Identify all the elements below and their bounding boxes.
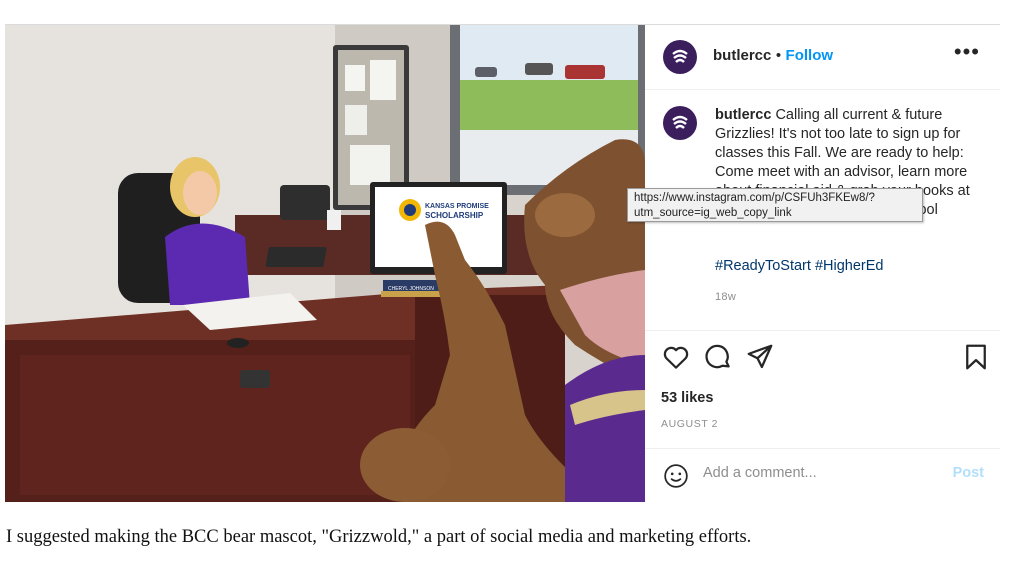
post-date: AUGUST 2 — [661, 418, 719, 430]
tooltip-line-1: https://www.instagram.com/p/CSFUh3FKEw8/… — [634, 192, 875, 204]
header-username[interactable]: butlercc — [713, 47, 771, 64]
comment-row: Add a comment... Post — [645, 449, 1000, 502]
bookmark-icon[interactable] — [961, 342, 991, 372]
url-tooltip: https://www.instagram.com/p/CSFUh3FKEw8/… — [627, 188, 923, 222]
butlercc-logo-icon — [672, 115, 688, 129]
account-avatar[interactable] — [663, 40, 697, 74]
post-comment-button[interactable]: Post — [953, 465, 984, 481]
caption-avatar[interactable] — [663, 106, 697, 140]
post-age: 18w — [715, 291, 737, 303]
tooltip-line-2: utm_source=ig_web_copy_link — [634, 207, 792, 219]
share-icon[interactable] — [745, 342, 775, 372]
more-options-icon[interactable]: ••• — [954, 39, 980, 65]
header-user-row: butlercc • Follow — [713, 47, 833, 65]
heart-icon[interactable] — [661, 342, 691, 372]
butlercc-logo-icon — [672, 49, 688, 63]
comment-icon[interactable] — [703, 342, 733, 372]
emoji-icon[interactable] — [663, 463, 689, 489]
hashtag-highered[interactable]: #HigherEd — [815, 258, 884, 274]
likes-count[interactable]: 53 likes — [661, 390, 713, 406]
comment-input[interactable]: Add a comment... — [703, 465, 817, 481]
post-header: butlercc • Follow ••• — [645, 25, 1000, 90]
caption-username[interactable]: butlercc — [715, 107, 771, 123]
action-bar — [661, 342, 991, 376]
instagram-post: KANSAS PROMISE SCHOLARSHIP CHERYL JOHNSO… — [5, 24, 1000, 502]
monitor-title: KANSAS PROMISE — [425, 203, 489, 210]
hashtag-row: #ReadyToStart #HigherEd — [715, 258, 883, 274]
monitor-subtitle: SCHOLARSHIP — [425, 211, 484, 220]
follow-button[interactable]: Follow — [786, 47, 834, 64]
header-separator: • — [775, 47, 782, 64]
hashtag-readytostart[interactable]: #ReadyToStart — [715, 258, 811, 274]
document-caption: I suggested making the BCC bear mascot, … — [6, 527, 752, 547]
divider — [645, 330, 1000, 331]
office-scene-illustration: KANSAS PROMISE SCHOLARSHIP CHERYL JOHNSO… — [5, 25, 645, 502]
post-side-panel: butlercc • Follow ••• butlercc Calling a… — [645, 25, 1000, 502]
post-photo[interactable]: KANSAS PROMISE SCHOLARSHIP CHERYL JOHNSO… — [5, 25, 645, 502]
